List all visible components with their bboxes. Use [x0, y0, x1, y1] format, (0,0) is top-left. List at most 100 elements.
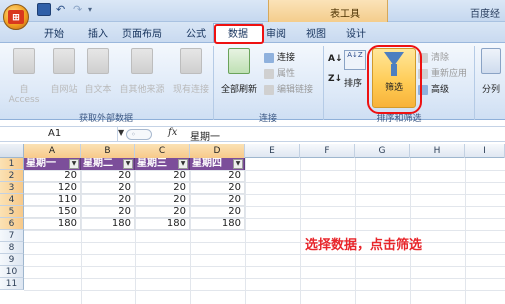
header-text: 星期一 [26, 158, 56, 169]
table-cell[interactable]: 20 [135, 170, 190, 182]
table-cell[interactable]: 20 [135, 182, 190, 194]
formula-input[interactable]: 星期一 [190, 128, 220, 143]
column-header-a[interactable]: A [24, 144, 81, 158]
other-sources-icon [131, 48, 153, 74]
gridline [24, 290, 505, 291]
table-cell[interactable]: 20 [135, 206, 190, 218]
name-box[interactable]: A1 [0, 126, 118, 142]
insert-function-icon[interactable]: fx [168, 127, 177, 138]
office-button[interactable]: ⊞ [3, 4, 29, 30]
table-cell[interactable]: 180 [24, 218, 81, 230]
filter-highlight [367, 45, 422, 114]
filter-dropdown-icon[interactable]: ▼ [69, 159, 79, 169]
column-header-d[interactable]: D [190, 144, 245, 158]
table-cell[interactable]: 20 [81, 194, 135, 206]
gridline [24, 266, 505, 267]
row-header-10[interactable]: 10 [0, 266, 24, 278]
filter-dropdown-icon[interactable]: ▼ [178, 159, 188, 169]
table-cell[interactable]: 20 [190, 194, 245, 206]
table-cell[interactable]: 20 [81, 206, 135, 218]
sort-dialog-icon[interactable]: A↓Z [344, 50, 366, 70]
group-separator [474, 46, 475, 120]
table-header-cell[interactable]: 星期一 ▼ [24, 158, 81, 170]
data-tab-highlight [214, 24, 264, 44]
column-header-f[interactable]: F [300, 144, 355, 158]
sort-za-icon[interactable]: Z↓ [328, 74, 342, 84]
row-header-7[interactable]: 7 [0, 230, 24, 242]
properties-item[interactable]: 属性 [264, 66, 295, 79]
table-cell[interactable]: 20 [24, 170, 81, 182]
sort-az-icon[interactable]: A↓ [328, 54, 343, 64]
gridline [300, 158, 301, 304]
redo-icon[interactable]: ↷ [73, 3, 87, 16]
row-header-3[interactable]: 3 [0, 182, 24, 194]
row-header-1[interactable]: 1 [0, 158, 24, 170]
save-icon[interactable] [37, 3, 51, 16]
group-separator [213, 46, 214, 120]
table-cell[interactable]: 180 [135, 218, 190, 230]
reapply-item[interactable]: 重新应用 [418, 66, 467, 79]
row-header-2[interactable]: 2 [0, 170, 24, 182]
gridline [245, 158, 246, 304]
filter-dropdown-icon[interactable]: ▼ [123, 159, 133, 169]
instruction-annotation: 选择数据，点击筛选 [305, 238, 423, 253]
advanced-item[interactable]: 高级 [418, 82, 449, 95]
table-cell[interactable]: 110 [24, 194, 81, 206]
table-cell[interactable]: 20 [190, 206, 245, 218]
select-all-corner[interactable] [0, 144, 24, 158]
from-access-button[interactable]: 自 Access [4, 48, 44, 105]
table-header-cell[interactable]: 星期四 ▼ [190, 158, 245, 170]
row-header-9[interactable]: 9 [0, 254, 24, 266]
from-text-button[interactable]: 自文本 [82, 48, 114, 95]
tab-design[interactable]: 设计 [346, 25, 366, 40]
row-header-6[interactable]: 6 [0, 218, 24, 230]
edit-links-item[interactable]: 编辑链接 [264, 82, 313, 95]
tab-formulas[interactable]: 公式 [186, 25, 206, 40]
tab-home[interactable]: 开始 [44, 25, 64, 40]
column-header-b[interactable]: B [81, 144, 135, 158]
tab-page-layout[interactable]: 页面布局 [122, 25, 162, 40]
row-header-5[interactable]: 5 [0, 206, 24, 218]
column-header-c[interactable]: C [135, 144, 190, 158]
table-cell[interactable]: 20 [81, 182, 135, 194]
text-file-icon [87, 48, 109, 74]
row-header-11[interactable]: 11 [0, 278, 24, 290]
column-header-g[interactable]: G [355, 144, 410, 158]
from-other-sources-button[interactable]: 自其他来源 [116, 48, 168, 95]
properties-icon [264, 68, 274, 79]
tab-view[interactable]: 视图 [306, 25, 326, 40]
table-cell[interactable]: 150 [24, 206, 81, 218]
gridline [24, 230, 505, 231]
gridline [410, 158, 411, 304]
undo-icon[interactable]: ↶ [56, 3, 70, 16]
row-header-4[interactable]: 4 [0, 194, 24, 206]
table-cell[interactable]: 180 [81, 218, 135, 230]
table-cell[interactable]: 20 [190, 182, 245, 194]
refresh-all-button[interactable]: 全部刷新 [218, 48, 260, 95]
column-header-e[interactable]: E [245, 144, 300, 158]
text-to-columns-button[interactable]: 分列 [478, 48, 504, 95]
column-header-i[interactable]: I [465, 144, 505, 158]
table-cell[interactable]: 20 [81, 170, 135, 182]
sort-button[interactable]: 排序 [344, 76, 362, 89]
group-label-connections: 连接 [258, 114, 277, 124]
from-web-button[interactable]: 自网站 [48, 48, 80, 95]
filter-dropdown-icon[interactable]: ▼ [233, 159, 243, 169]
table-cell[interactable]: 180 [190, 218, 245, 230]
clear-item[interactable]: 清除 [418, 50, 449, 63]
table-cell[interactable]: 20 [135, 194, 190, 206]
formula-bar-resize-icon[interactable]: ◦ [126, 129, 152, 140]
table-header-cell[interactable]: 星期二 ▼ [81, 158, 135, 170]
table-header-cell[interactable]: 星期三 ▼ [135, 158, 190, 170]
text-to-columns-icon [481, 48, 501, 74]
table-cell[interactable]: 20 [190, 170, 245, 182]
name-box-dropdown-icon[interactable]: ▼ [118, 128, 124, 137]
tab-review[interactable]: 审阅 [266, 25, 286, 40]
customize-qat-icon[interactable]: ▾ [88, 3, 102, 16]
connections-item[interactable]: 连接 [264, 50, 295, 63]
table-cell[interactable]: 120 [24, 182, 81, 194]
row-header-8[interactable]: 8 [0, 242, 24, 254]
existing-connections-button[interactable]: 现有连接 [170, 48, 212, 95]
tab-insert[interactable]: 插入 [88, 25, 108, 40]
column-header-h[interactable]: H [410, 144, 465, 158]
